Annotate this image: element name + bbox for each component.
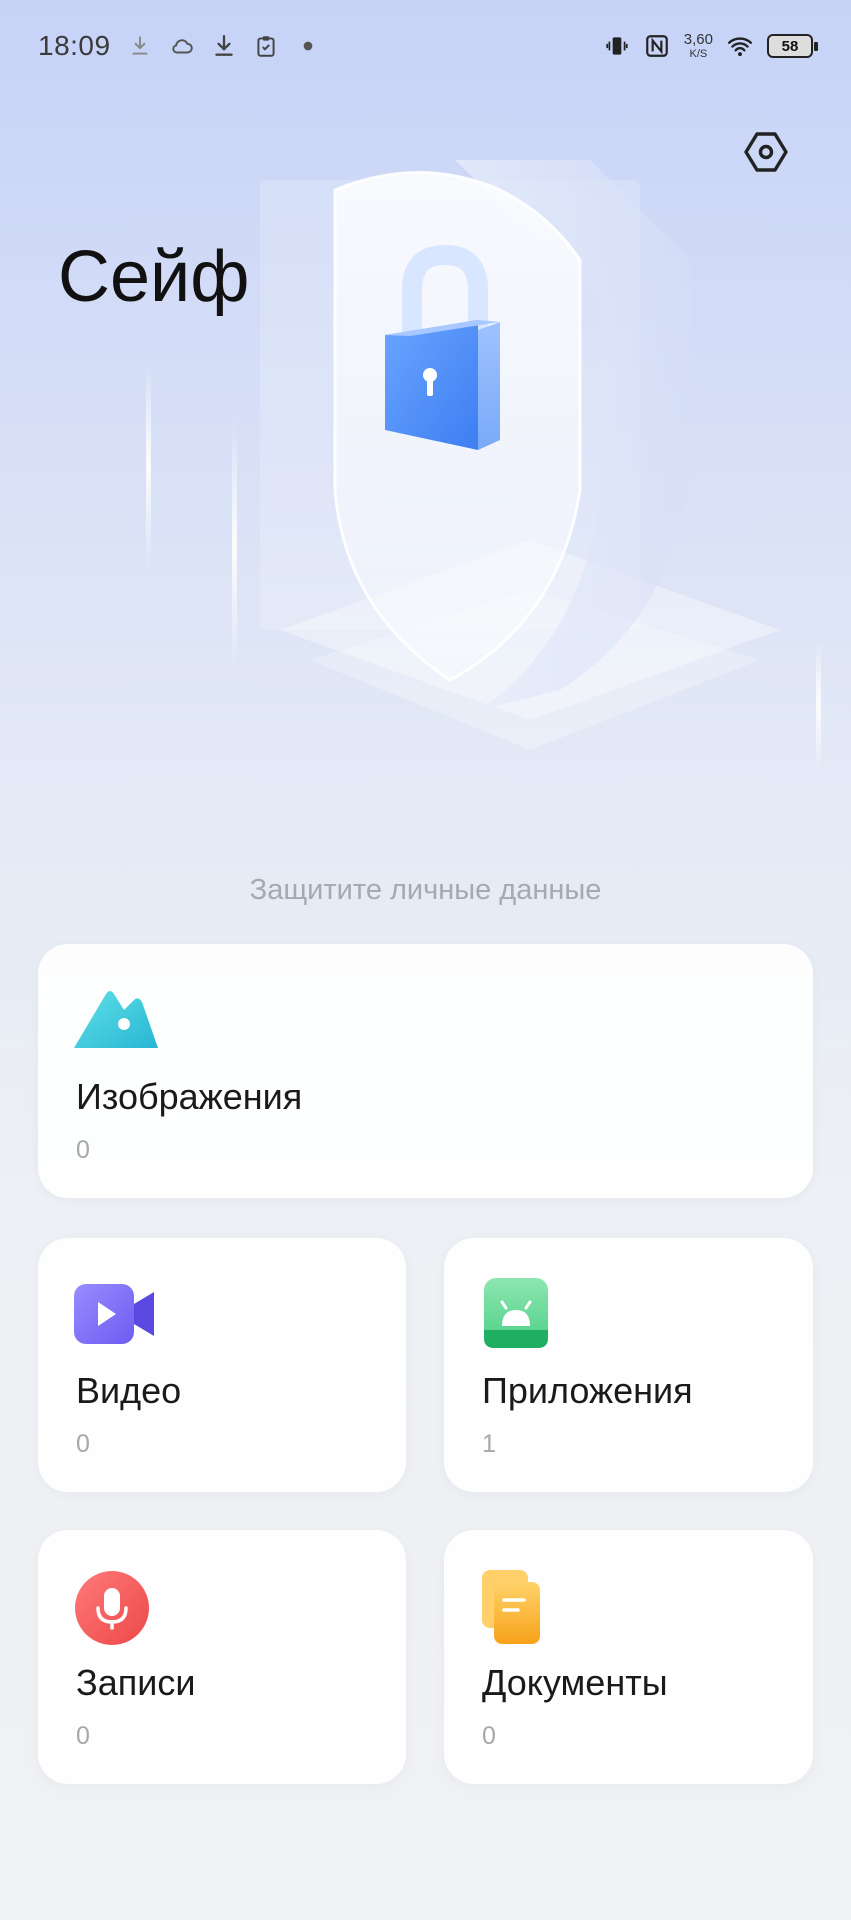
cloud-icon xyxy=(169,33,195,59)
category-count: 0 xyxy=(76,1722,90,1750)
category-card-video[interactable]: Видео 0 xyxy=(38,1238,406,1492)
light-streak xyxy=(232,420,237,670)
clipboard-check-icon xyxy=(253,33,279,59)
shield-lock-illustration xyxy=(250,150,810,770)
battery-icon: 58 xyxy=(767,34,818,58)
category-count: 0 xyxy=(76,1136,90,1164)
status-time: 18:09 xyxy=(38,30,111,61)
status-left: 18:09 xyxy=(38,30,321,62)
image-icon xyxy=(74,991,158,1048)
vibrate-icon xyxy=(604,33,630,59)
light-streak xyxy=(146,360,151,570)
category-card-apps[interactable]: Приложения 1 xyxy=(444,1238,813,1492)
category-label: Видео xyxy=(76,1370,182,1411)
net-speed-value: 3,60 xyxy=(683,31,713,48)
download-icon xyxy=(211,33,237,59)
video-icon xyxy=(74,1284,154,1344)
category-count: 1 xyxy=(482,1430,496,1458)
category-count: 0 xyxy=(482,1722,496,1750)
wifi-icon xyxy=(727,33,753,59)
download-small-icon xyxy=(127,33,153,59)
microphone-icon xyxy=(75,1571,149,1645)
category-count: 0 xyxy=(76,1430,90,1458)
category-card-images[interactable]: Изображения 0 xyxy=(38,944,813,1198)
android-icon xyxy=(484,1278,548,1348)
status-bar: 18:09 3,60 K/S 58 xyxy=(0,0,851,92)
category-card-records[interactable]: Записи 0 xyxy=(38,1530,406,1784)
net-speed-unit: K/S xyxy=(689,48,708,60)
category-label: Приложения xyxy=(482,1370,693,1411)
subtitle: Защитите личные данные xyxy=(249,874,602,906)
category-label: Изображения xyxy=(76,1076,303,1117)
page-title: Сейф xyxy=(58,237,250,317)
category-card-documents[interactable]: Документы 0 xyxy=(444,1530,813,1784)
nfc-icon xyxy=(644,33,670,59)
category-label: Документы xyxy=(482,1662,668,1703)
status-right: 3,60 K/S 58 xyxy=(604,32,818,60)
document-icon xyxy=(482,1570,540,1644)
light-streak xyxy=(816,640,821,770)
net-speed: 3,60 K/S xyxy=(684,32,713,60)
battery-level: 58 xyxy=(781,37,799,55)
category-label: Записи xyxy=(76,1662,196,1703)
dot-icon xyxy=(295,33,321,59)
